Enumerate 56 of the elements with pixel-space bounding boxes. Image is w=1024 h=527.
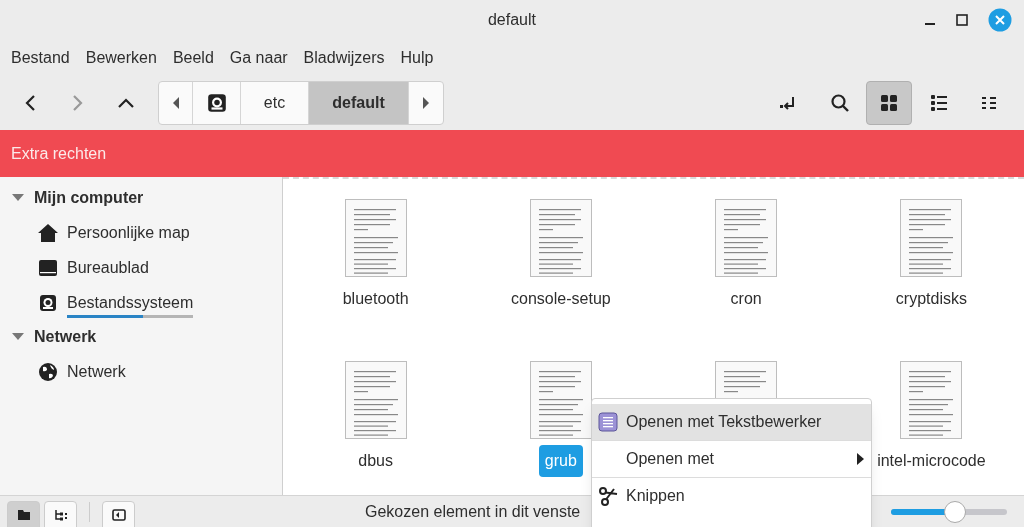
chevron-up-icon — [117, 97, 135, 109]
menu-item[interactable]: Openen met Tekstbewerker — [592, 404, 871, 440]
list-view-icon — [930, 94, 948, 112]
sidebar-panel-icon — [111, 508, 126, 521]
menu-item[interactable]: Beeld — [164, 46, 222, 70]
privilege-banner: Extra rechten — [0, 130, 1024, 177]
document-icon — [715, 199, 778, 277]
expander-icon[interactable] — [11, 193, 25, 203]
maximize-icon[interactable] — [956, 14, 968, 26]
view-button[interactable] — [866, 81, 912, 125]
zoom-slider[interactable] — [891, 499, 1007, 524]
menu-item[interactable]: Bladwijzers — [295, 46, 393, 70]
window-title: default — [487, 10, 536, 30]
grid-view-icon — [880, 94, 898, 112]
menu-item[interactable]: Bestand — [3, 46, 78, 70]
globe-icon — [38, 361, 58, 382]
sidebar-item[interactable]: Bestandssysteem — [67, 290, 194, 315]
tree-view-button[interactable] — [44, 500, 77, 527]
drive-icon — [205, 92, 228, 114]
drive-icon — [38, 292, 58, 313]
triangle-right-icon — [422, 96, 430, 110]
menu-item[interactable]: Bewerken — [77, 46, 165, 70]
document-icon — [344, 199, 407, 277]
monitor-icon — [38, 258, 58, 277]
sidebar-item[interactable]: Persoonlijke map — [67, 220, 190, 245]
compact-view-icon — [981, 96, 997, 110]
menu-item[interactable]: Hulp — [392, 46, 442, 70]
sidebar-item[interactable]: Bureaublad — [67, 255, 149, 280]
chevron-right-icon — [71, 94, 85, 112]
document-icon — [900, 199, 963, 277]
menu-item[interactable]: Knippen — [592, 478, 871, 514]
search-icon — [830, 93, 850, 113]
close-icon[interactable] — [988, 8, 1012, 32]
sidebar-item[interactable]: Netwerk — [67, 359, 126, 384]
triangle-left-icon — [171, 96, 180, 110]
slider-thumb[interactable] — [943, 500, 966, 523]
menu-item[interactable]: Ga naar — [221, 46, 296, 70]
expander-icon[interactable] — [11, 332, 25, 342]
document-icon — [529, 199, 592, 277]
status-text: Gekozen element in dit venste — [365, 501, 581, 522]
house-icon — [37, 222, 59, 243]
text-editor-icon — [598, 412, 618, 432]
scissors-icon — [598, 486, 618, 506]
return-arrow-icon — [779, 95, 797, 111]
chevron-left-icon — [23, 94, 37, 112]
tree-icon — [53, 508, 68, 521]
sidebar-toggle-button[interactable] — [102, 500, 135, 527]
document-icon — [900, 361, 963, 439]
submenu-arrow-icon — [856, 452, 865, 466]
menu-item[interactable]: Openen met — [592, 441, 871, 477]
section-heading: Mijn computer — [34, 188, 144, 208]
section-heading: Netwerk — [34, 327, 97, 347]
path-segment[interactable]: default — [309, 82, 409, 124]
places-button[interactable] — [7, 500, 40, 527]
folder-icon — [16, 508, 31, 521]
document-icon — [344, 361, 407, 439]
